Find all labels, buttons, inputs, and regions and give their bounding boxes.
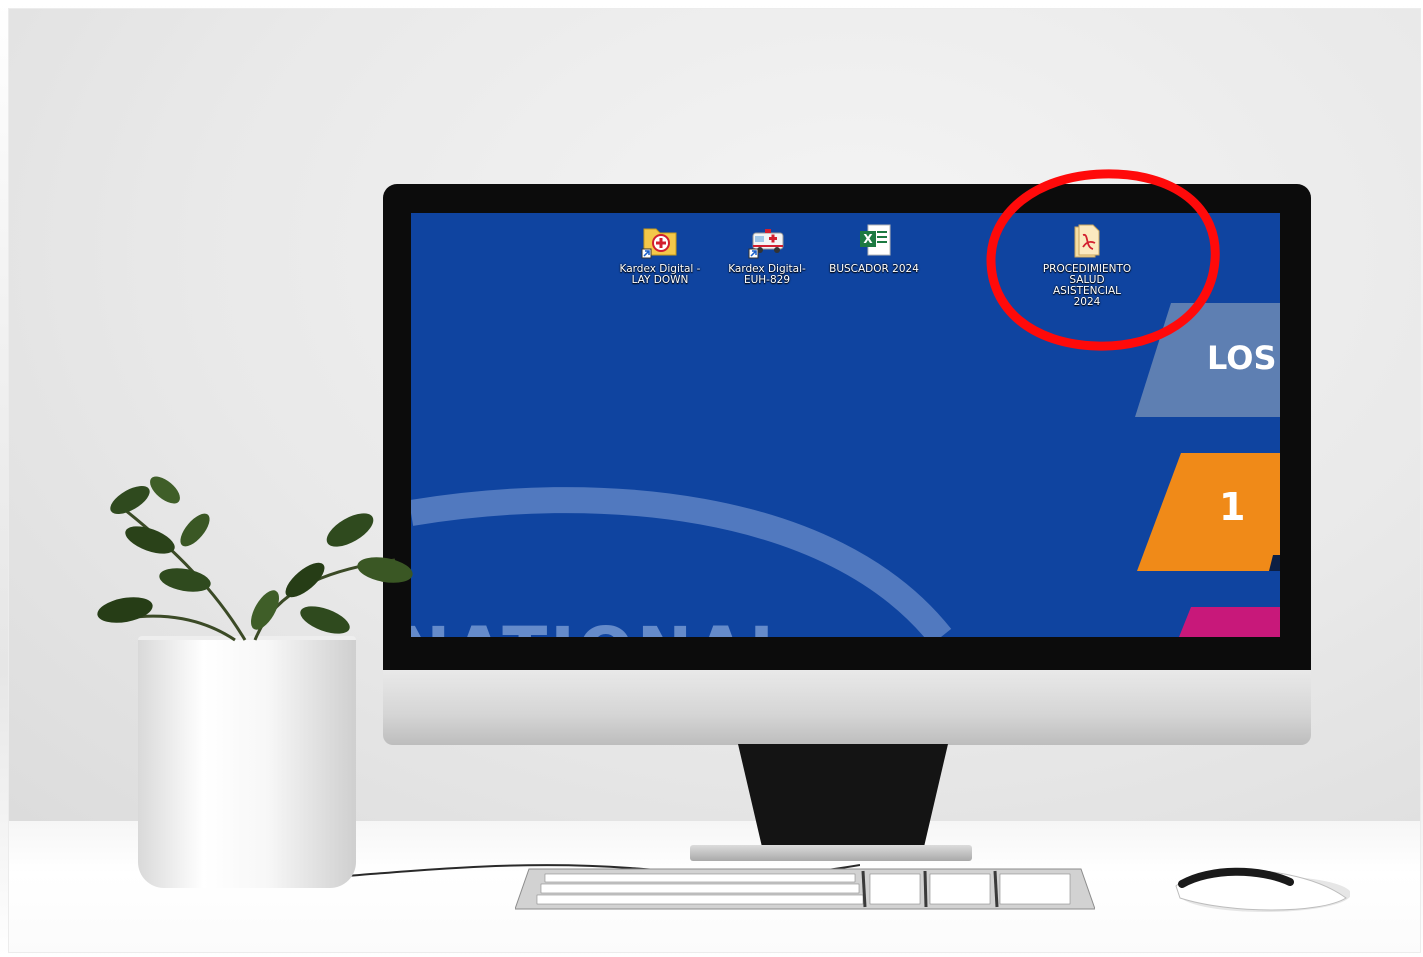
wallpaper-number: 1: [1219, 485, 1246, 529]
monitor-stand-base: [690, 845, 972, 861]
desktop-icon-label: Kardex Digital-EUH-829: [728, 263, 806, 286]
plant-leaves: [97, 476, 413, 642]
mouse: [1175, 867, 1350, 912]
wallpaper-bottom-text: NATIONAL: [411, 613, 794, 637]
desktop-icon-kardex-lay-down[interactable]: Kardex Digital - LAY DOWN: [612, 221, 708, 286]
keyboard: [515, 868, 1095, 910]
medical-folder-shortcut-icon: [641, 228, 677, 259]
monitor-stand-neck: [738, 744, 948, 852]
desktop-icon-buscador[interactable]: X BUSCADOR 2024: [826, 221, 922, 275]
excel-file-icon: X: [860, 224, 891, 256]
desktop-icon-label: BUSCADOR 2024: [829, 263, 919, 275]
monitor-chin: [383, 670, 1311, 745]
desktop-icon-label: Kardex Digital - LAY DOWN: [619, 263, 701, 286]
desktop-icon-kardex-euh[interactable]: Kardex Digital-EUH-829: [719, 221, 815, 286]
ambulance-shortcut-icon: [748, 229, 784, 259]
plant-pot: [138, 640, 356, 888]
red-circle-annotation: [986, 169, 1220, 351]
svg-text:X: X: [863, 232, 873, 246]
